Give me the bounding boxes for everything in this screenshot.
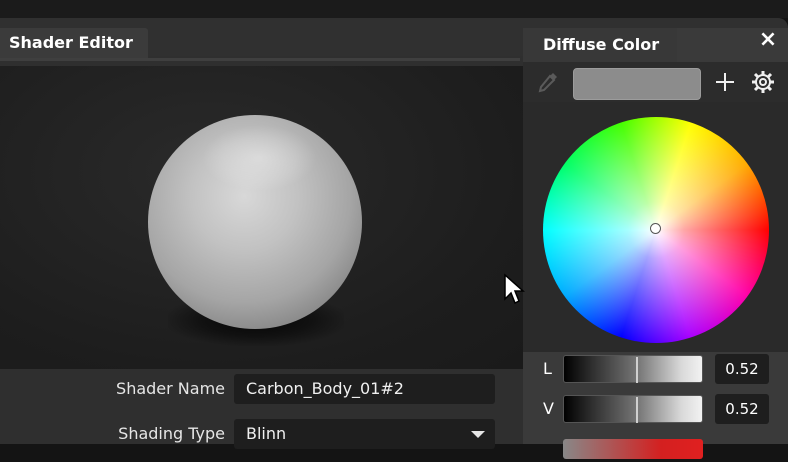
lightness-value[interactable]: 0.52: [715, 354, 769, 384]
shading-type-row: Shading Type Blinn: [0, 419, 525, 449]
lightness-label: L: [543, 359, 552, 378]
lightness-slider-row: L 0.52: [523, 354, 788, 384]
diffuse-color-panel: Diffuse Color × L 0.52 V 0.52: [523, 28, 788, 459]
material-preview-viewport[interactable]: [0, 66, 525, 369]
value-slider[interactable]: [563, 395, 703, 423]
shader-name-label: Shader Name: [116, 379, 225, 398]
eyedropper-icon[interactable]: [537, 71, 559, 93]
gear-icon[interactable]: [751, 70, 775, 94]
red-slider-row: [523, 432, 788, 462]
shading-type-dropdown[interactable]: Blinn: [234, 419, 495, 449]
plus-icon[interactable]: [713, 70, 737, 94]
top-strip: [0, 0, 788, 18]
color-wheel-marker[interactable]: [650, 223, 661, 234]
diffuse-color-tab[interactable]: Diffuse Color: [523, 28, 677, 62]
tab-underline: [0, 58, 520, 61]
red-slider[interactable]: [563, 439, 703, 459]
shader-editor-tab[interactable]: Shader Editor: [0, 28, 148, 58]
mouse-cursor-icon: [504, 273, 525, 305]
shading-type-label: Shading Type: [118, 424, 225, 443]
shader-name-input[interactable]: Carbon_Body_01#2: [234, 374, 495, 404]
preview-sphere: [148, 115, 362, 329]
value-label: V: [543, 399, 554, 418]
shader-name-row: Shader Name Carbon_Body_01#2: [0, 374, 525, 404]
color-toolbar: [523, 62, 788, 102]
chevron-down-icon: [471, 431, 485, 438]
value-value[interactable]: 0.52: [715, 394, 769, 424]
lightness-slider[interactable]: [563, 355, 703, 383]
current-color-swatch[interactable]: [573, 68, 701, 100]
shading-type-value: Blinn: [246, 424, 287, 443]
close-icon[interactable]: ×: [755, 28, 781, 54]
value-slider-thumb[interactable]: [636, 397, 638, 423]
lightness-slider-thumb[interactable]: [636, 357, 638, 383]
value-slider-row: V 0.52: [523, 394, 788, 424]
